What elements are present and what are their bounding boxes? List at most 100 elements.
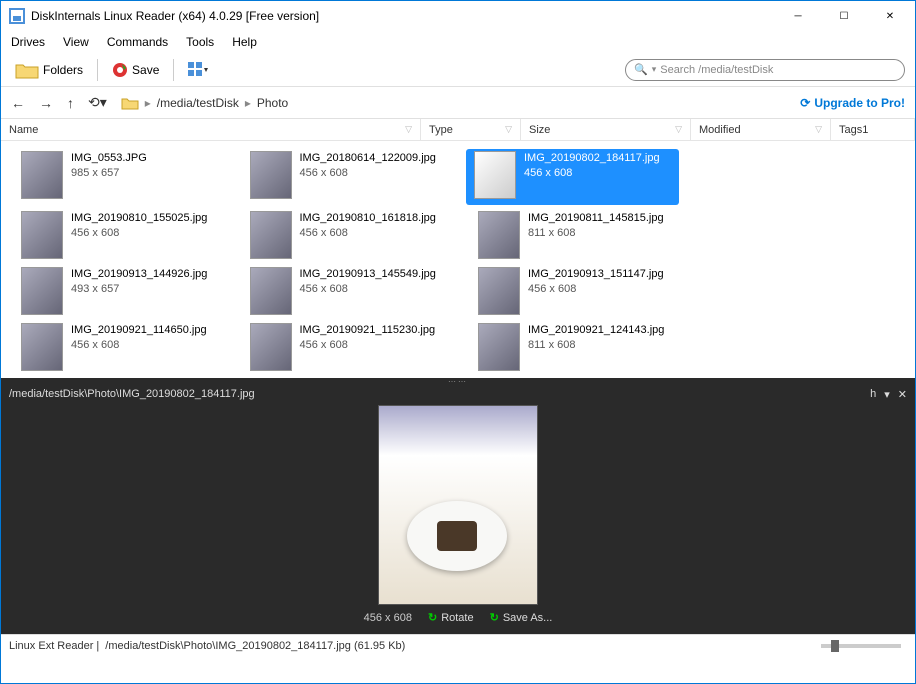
menubar: Drives View Commands Tools Help [1, 31, 915, 53]
save-as-button[interactable]: ↻Save As... [490, 611, 553, 624]
file-item[interactable]: IMG_20190802_184117.jpg456 x 608 [466, 149, 679, 205]
file-name: IMG_20190802_184117.jpg [524, 151, 660, 166]
breadcrumb-separator-icon: ▸ [145, 96, 151, 110]
search-icon: 🔍 [634, 63, 648, 76]
disk-save-icon [112, 62, 128, 78]
maximize-button[interactable]: ☐ [821, 1, 867, 31]
file-item[interactable]: IMG_20190921_124143.jpg811 x 608 [458, 319, 687, 375]
file-name: IMG_20190921_115230.jpg [300, 323, 436, 338]
file-name: IMG_20190810_155025.jpg [71, 211, 207, 226]
upgrade-link[interactable]: ⟳ Upgrade to Pro! [800, 96, 905, 110]
file-area: IMG_0553.JPG985 x 657IMG_20180614_122009… [1, 141, 915, 378]
app-icon [9, 8, 25, 24]
menu-drives[interactable]: Drives [11, 35, 45, 49]
file-name: IMG_20190913_144926.jpg [71, 267, 207, 282]
file-name: IMG_20190810_161818.jpg [300, 211, 436, 226]
file-dimensions: 456 x 608 [71, 226, 207, 241]
close-button[interactable]: ✕ [867, 1, 913, 31]
titlebar: DiskInternals Linux Reader (x64) 4.0.29 … [1, 1, 915, 31]
filter-icon[interactable]: ▽ [505, 124, 512, 135]
history-button[interactable]: ⟲▾ [88, 94, 107, 111]
file-item[interactable]: IMG_20190921_114650.jpg456 x 608 [1, 319, 230, 375]
file-dimensions: 985 x 657 [71, 166, 147, 181]
zoom-slider-thumb[interactable] [831, 640, 839, 652]
file-name: IMG_20190921_114650.jpg [71, 323, 207, 338]
file-dimensions: 456 x 608 [300, 226, 436, 241]
filter-icon[interactable]: ▽ [815, 124, 822, 135]
back-button[interactable]: ← [11, 95, 25, 111]
breadcrumb[interactable]: ▸ /media/testDisk ▸ Photo [121, 96, 288, 110]
menu-commands[interactable]: Commands [107, 35, 168, 49]
up-button[interactable]: ↑ [67, 95, 74, 111]
preview-path: /media/testDisk\Photo\IMG_20190802_18411… [9, 388, 255, 401]
file-name: IMG_20180614_122009.jpg [300, 151, 436, 166]
file-thumbnail [474, 151, 516, 199]
file-item[interactable]: IMG_20190810_161818.jpg456 x 608 [230, 207, 459, 263]
file-dimensions: 811 x 608 [528, 226, 664, 241]
column-type[interactable]: Type▽ [421, 119, 521, 140]
view-mode-button[interactable] [184, 60, 212, 80]
file-grid: IMG_0553.JPG985 x 657IMG_20180614_122009… [1, 147, 915, 375]
minimize-button[interactable]: ─ [775, 1, 821, 31]
file-thumbnail [21, 211, 63, 259]
file-item[interactable]: IMG_20190913_145549.jpg456 x 608 [230, 263, 459, 319]
toolbar-divider-2 [173, 59, 174, 81]
folder-icon [15, 60, 39, 80]
file-thumbnail [250, 151, 292, 199]
preview-panel: /media/testDisk\Photo\IMG_20190802_18411… [1, 384, 915, 634]
save-as-icon: ↻ [490, 611, 499, 624]
menu-tools[interactable]: Tools [186, 35, 214, 49]
status-path: /media/testDisk\Photo\IMG_20190802_18411… [105, 640, 405, 652]
save-button[interactable]: Save [108, 60, 163, 80]
file-thumbnail [478, 211, 520, 259]
file-name: IMG_20190811_145815.jpg [528, 211, 664, 226]
file-item[interactable]: IMG_20190811_145815.jpg811 x 608 [458, 207, 687, 263]
menu-help[interactable]: Help [232, 35, 257, 49]
search-input[interactable]: 🔍 ▾ Search /media/testDisk [625, 59, 905, 81]
preview-header: /media/testDisk\Photo\IMG_20190802_18411… [1, 384, 915, 405]
filter-icon[interactable]: ▽ [675, 124, 682, 135]
breadcrumb-part1[interactable]: /media/testDisk [157, 96, 239, 110]
file-thumbnail [478, 267, 520, 315]
file-item[interactable]: IMG_20190921_115230.jpg456 x 608 [230, 319, 459, 375]
folders-button[interactable]: Folders [11, 58, 87, 82]
file-thumbnail [250, 267, 292, 315]
file-dimensions: 456 x 608 [524, 166, 660, 181]
file-item[interactable]: IMG_20190913_144926.jpg493 x 657 [1, 263, 230, 319]
window-title: DiskInternals Linux Reader (x64) 4.0.29 … [31, 9, 775, 23]
column-name[interactable]: Name▽ [1, 119, 421, 140]
menu-view[interactable]: View [63, 35, 89, 49]
toolbar-divider [97, 59, 98, 81]
file-name: IMG_20190921_124143.jpg [528, 323, 664, 338]
preview-body [1, 405, 915, 605]
file-thumbnail [478, 323, 520, 371]
breadcrumb-part2[interactable]: Photo [257, 96, 288, 110]
refresh-icon: ⟳ [800, 96, 810, 110]
preview-dropdown-icon[interactable]: ▾ [884, 388, 890, 401]
column-size[interactable]: Size▽ [521, 119, 691, 140]
column-modified[interactable]: Modified▽ [691, 119, 831, 140]
file-dimensions: 811 x 608 [528, 338, 664, 353]
grid-view-icon [188, 62, 208, 78]
rotate-icon: ↻ [428, 611, 437, 624]
column-headers: Name▽ Type▽ Size▽ Modified▽ Tags1 [1, 119, 915, 141]
file-item[interactable]: IMG_0553.JPG985 x 657 [1, 147, 230, 203]
rotate-button[interactable]: ↻Rotate [428, 611, 474, 624]
file-item[interactable]: IMG_20180614_122009.jpg456 x 608 [230, 147, 459, 203]
file-item[interactable]: IMG_20190810_155025.jpg456 x 608 [1, 207, 230, 263]
file-thumbnail [21, 267, 63, 315]
preview-close-icon[interactable]: ✕ [898, 388, 907, 401]
filter-icon[interactable]: ▽ [405, 124, 412, 135]
column-tags1[interactable]: Tags1 [831, 119, 915, 140]
preview-image[interactable] [378, 405, 538, 605]
preview-pin-button[interactable]: h [870, 388, 876, 401]
file-dimensions: 456 x 608 [528, 282, 664, 297]
file-item[interactable]: IMG_20190913_151147.jpg456 x 608 [458, 263, 687, 319]
toolbar: Folders Save 🔍 ▾ Search /media/testDisk [1, 53, 915, 87]
forward-button[interactable]: → [39, 95, 53, 111]
search-placeholder: Search /media/testDisk [660, 64, 773, 76]
search-dropdown-icon[interactable]: ▾ [652, 64, 657, 75]
zoom-slider[interactable] [821, 644, 901, 648]
navbar: ← → ↑ ⟲▾ ▸ /media/testDisk ▸ Photo ⟳ Upg… [1, 87, 915, 119]
file-thumbnail [21, 151, 63, 199]
